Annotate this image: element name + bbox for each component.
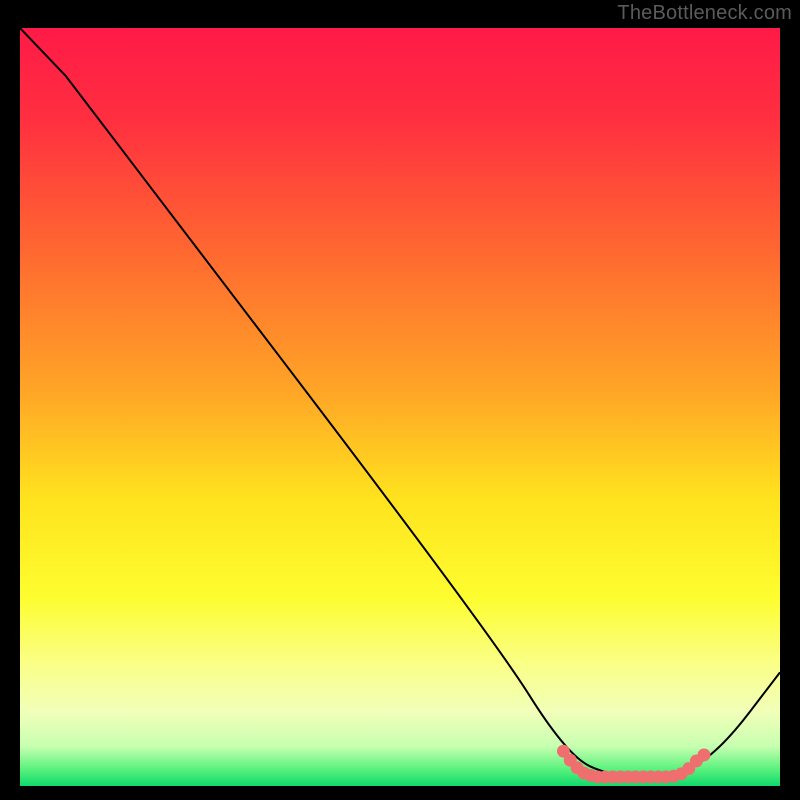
chart-svg <box>20 28 780 786</box>
attribution-text: TheBottleneck.com <box>617 2 792 25</box>
bottleneck-curve <box>20 28 780 777</box>
chart-frame: TheBottleneck.com <box>0 0 800 800</box>
optimal-marker <box>698 748 711 761</box>
optimal-markers <box>557 745 711 784</box>
plot-area <box>20 28 780 786</box>
